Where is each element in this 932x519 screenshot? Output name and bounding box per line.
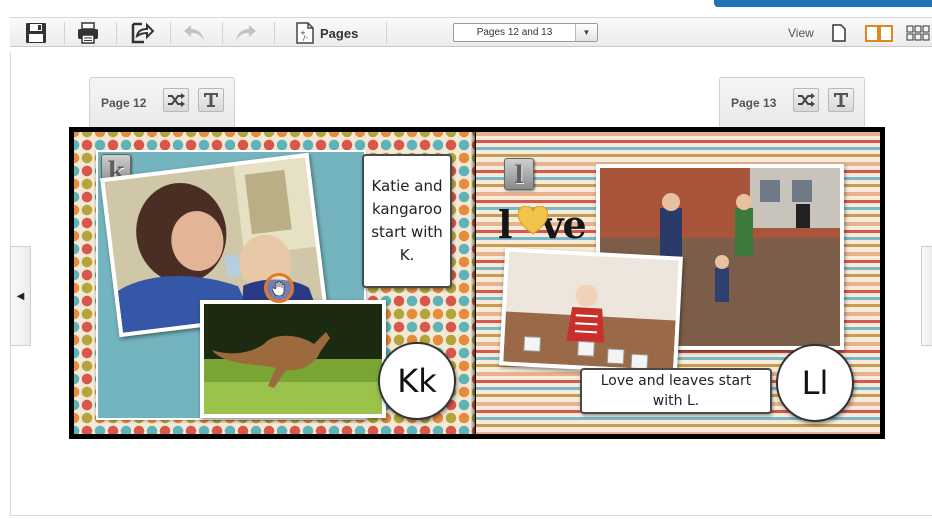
- grid-view-button[interactable]: [906, 18, 932, 48]
- text-icon: [204, 93, 218, 107]
- share-button[interactable]: [124, 18, 160, 48]
- page-13-label: Page 13: [731, 96, 777, 110]
- single-page-icon: [832, 24, 846, 42]
- save-icon: [26, 23, 46, 43]
- toolbar-separator: [222, 22, 223, 44]
- heart-icon: [518, 206, 548, 235]
- save-button[interactable]: [18, 18, 54, 48]
- shuffle-icon: [168, 93, 185, 107]
- photo-baby-blocks-image: [503, 251, 679, 371]
- page-range-value: Pages 12 and 13: [476, 27, 553, 38]
- print-button[interactable]: [70, 18, 106, 48]
- single-page-view-button[interactable]: [828, 18, 850, 48]
- toolbar-separator: [274, 22, 275, 44]
- love-title-rest: ve: [541, 202, 586, 247]
- grid-view-icon: [906, 25, 930, 41]
- shuffle-layout-button[interactable]: [793, 88, 819, 112]
- caption-left[interactable]: Katie and kangaroo start with K.: [362, 154, 452, 288]
- pages-button-label: Pages: [320, 25, 359, 41]
- toolbar-separator: [170, 22, 171, 44]
- svg-text:/-: /-: [303, 34, 308, 42]
- photo-book-editor: + /- Pages Pages 12 and 13 ▼ View ◀ Page…: [0, 0, 932, 519]
- toolbar: + /- Pages Pages 12 and 13 ▼ View: [10, 17, 932, 47]
- toolbar-separator: [116, 22, 117, 44]
- toolbar-separator: [386, 22, 387, 44]
- move-cursor: [264, 273, 294, 303]
- chevron-down-icon[interactable]: ▼: [575, 24, 597, 41]
- photo-baby-blocks[interactable]: [499, 247, 683, 375]
- redo-button[interactable]: [228, 18, 264, 48]
- top-accent-bar: [714, 0, 932, 7]
- page-12-tab: Page 12: [89, 77, 235, 127]
- photo-kangaroo[interactable]: [200, 300, 386, 418]
- shuffle-layout-button[interactable]: [163, 88, 189, 112]
- page-13-tab: Page 13: [719, 77, 865, 127]
- love-title-first-letter: l: [498, 202, 512, 247]
- undo-button[interactable]: [176, 18, 212, 48]
- share-icon: [131, 22, 154, 44]
- pages-button[interactable]: + /- Pages: [296, 18, 366, 48]
- pages-icon: + /-: [296, 22, 314, 44]
- add-text-button[interactable]: [198, 88, 224, 112]
- print-icon: [78, 22, 98, 44]
- undo-icon: [184, 25, 204, 41]
- arrow-left-icon: ◀: [16, 290, 25, 302]
- book-view-button[interactable]: [864, 18, 894, 48]
- text-icon: [834, 93, 848, 107]
- hand-icon: [272, 280, 285, 296]
- add-text-button[interactable]: [828, 88, 854, 112]
- redo-icon: [236, 25, 256, 41]
- right-page-canvas[interactable]: l l ve Love and leaves start with L. Ll: [476, 132, 880, 434]
- shuffle-icon: [798, 93, 815, 107]
- previous-spread-button[interactable]: ◀: [10, 246, 31, 346]
- album-spread: k Katie and kangaroo start with K. Kk l …: [69, 127, 885, 439]
- toolbar-separator: [64, 22, 65, 44]
- letter-tile-l[interactable]: l: [504, 158, 534, 190]
- letter-badge-kk[interactable]: Kk: [378, 342, 456, 420]
- left-page-canvas[interactable]: k Katie and kangaroo start with K. Kk: [74, 132, 475, 434]
- book-view-icon: [865, 25, 893, 42]
- caption-right[interactable]: Love and leaves start with L.: [580, 368, 772, 414]
- letter-badge-ll[interactable]: Ll: [776, 344, 854, 422]
- view-label: View: [788, 26, 814, 40]
- page-12-label: Page 12: [101, 96, 147, 110]
- next-spread-button[interactable]: [921, 246, 932, 346]
- page-range-select[interactable]: Pages 12 and 13 ▼: [453, 23, 598, 42]
- photo-kangaroo-image: [204, 304, 382, 414]
